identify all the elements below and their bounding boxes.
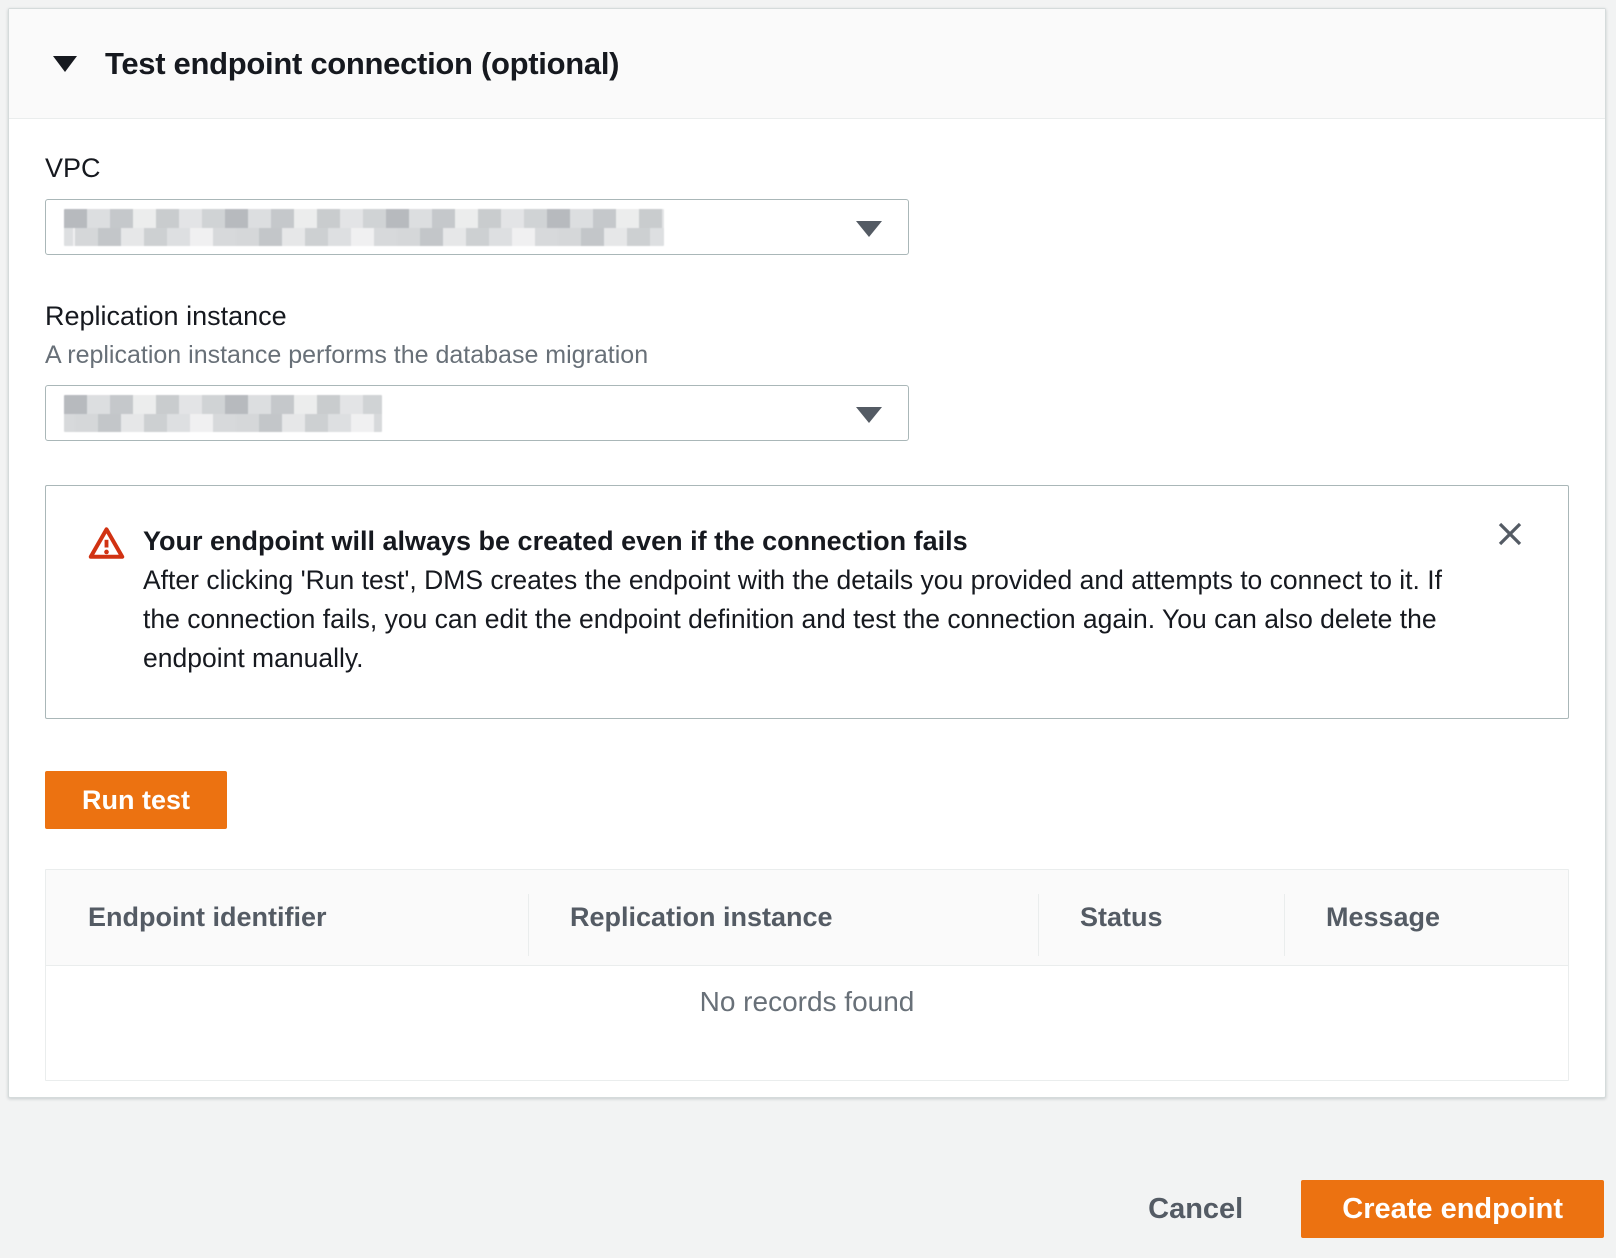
column-header-endpoint-identifier: Endpoint identifier [46, 870, 528, 965]
vpc-field-group: VPC [45, 153, 1569, 255]
connection-results-table: Endpoint identifier Replication instance… [45, 869, 1569, 1081]
replication-instance-description: A replication instance performs the data… [45, 341, 1569, 370]
warning-triangle-icon [87, 525, 126, 562]
footer-action-bar: Cancel Create endpoint [1148, 1180, 1604, 1238]
close-icon [1495, 519, 1525, 549]
test-endpoint-connection-panel: Test endpoint connection (optional) VPC … [8, 8, 1606, 1098]
vpc-select[interactable] [45, 199, 909, 255]
table-header-row: Endpoint identifier Replication instance… [46, 870, 1568, 966]
section-header-test-endpoint-connection[interactable]: Test endpoint connection (optional) [9, 9, 1605, 119]
collapse-triangle-icon [53, 56, 77, 72]
alert-body: After clicking 'Run test', DMS creates t… [143, 561, 1453, 678]
run-test-button[interactable]: Run test [45, 771, 227, 829]
section-title: Test endpoint connection (optional) [105, 46, 619, 82]
chevron-down-icon [856, 407, 882, 423]
alert-text: Your endpoint will always be created eve… [143, 522, 1453, 678]
section-body: VPC Replication instance A replication i… [9, 119, 1605, 1081]
vpc-label: VPC [45, 153, 1569, 184]
column-header-replication-instance: Replication instance [528, 870, 1038, 965]
endpoint-warning-alert: Your endpoint will always be created eve… [45, 485, 1569, 719]
column-header-status: Status [1038, 870, 1284, 965]
alert-dismiss-button[interactable] [1488, 512, 1532, 556]
replication-instance-label: Replication instance [45, 301, 1569, 332]
cancel-button[interactable]: Cancel [1148, 1193, 1243, 1226]
chevron-down-icon [856, 221, 882, 237]
vpc-selected-value-redacted [64, 209, 664, 246]
replication-instance-field-group: Replication instance A replication insta… [45, 301, 1569, 441]
create-endpoint-button[interactable]: Create endpoint [1301, 1180, 1604, 1238]
alert-title: Your endpoint will always be created eve… [143, 522, 1453, 561]
replication-instance-selected-value-redacted [64, 395, 382, 432]
column-header-message: Message [1284, 870, 1568, 965]
table-empty-message: No records found [46, 966, 1568, 1080]
replication-instance-select[interactable] [45, 385, 909, 441]
